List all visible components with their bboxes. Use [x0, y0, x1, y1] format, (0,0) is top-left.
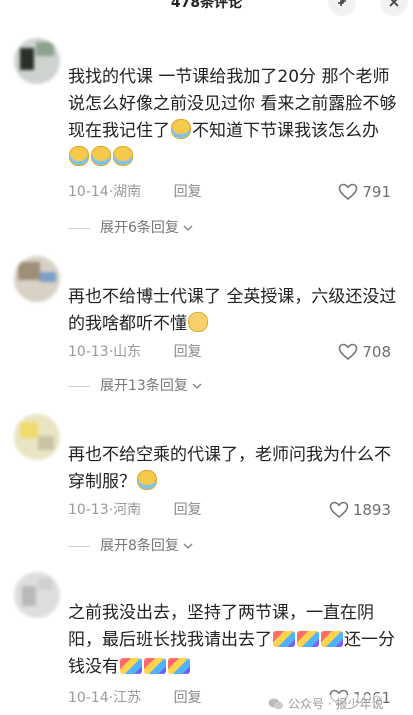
emoji-crying — [113, 146, 133, 166]
expand-replies-button[interactable]: 展开8条回复 — [68, 536, 194, 556]
emoji-flag — [273, 631, 295, 647]
comment-meta: 10-13 · 河南 回复 — [68, 500, 202, 520]
chevron-down-icon — [183, 225, 193, 232]
chevron-down-icon — [183, 543, 193, 550]
emoji-crying — [91, 146, 111, 166]
divider — [68, 227, 90, 229]
divider — [68, 385, 90, 387]
like-button[interactable]: 791 — [338, 182, 391, 202]
comment-region: 江苏 — [113, 690, 142, 706]
divider — [68, 545, 90, 547]
wechat-icon — [268, 698, 283, 709]
comment-text: 再也不给博士代课了 全英授课，六级还没过的我啥都听不懂 — [68, 287, 397, 334]
close-button[interactable] — [380, 0, 408, 16]
watermark: 公众号 · 报少年说 — [268, 695, 384, 712]
reply-button[interactable]: 回复 — [174, 342, 202, 362]
emoji-crying — [171, 119, 191, 139]
emoji-crying — [69, 146, 89, 166]
comment-date: 10-13 — [68, 502, 109, 518]
emoji-flag — [120, 658, 142, 674]
comment-date: 10-14 — [68, 690, 109, 706]
reply-button[interactable]: 回复 — [174, 500, 202, 520]
comment-date: 10-14 — [68, 184, 109, 200]
comment-text: 我找的代课 一节课给我加了20分 那个老师说怎么好像之前没见过你 看来之前露脸不… — [68, 64, 400, 172]
close-icon — [389, 0, 399, 7]
like-button[interactable]: 708 — [338, 342, 391, 362]
comment-region: 河南 — [113, 502, 142, 518]
like-count: 1893 — [352, 501, 391, 519]
expand-replies-button[interactable]: 展开6条回复 — [68, 218, 194, 238]
avatar[interactable] — [14, 256, 60, 302]
emoji-crying — [137, 470, 157, 490]
expand-replies-button[interactable]: 展开13条回复 — [68, 376, 203, 396]
emoji-flag — [321, 631, 343, 647]
comment-region: 湖南 — [113, 184, 142, 200]
comments-header: 478条评论 — [0, 0, 413, 16]
avatar[interactable] — [14, 572, 60, 618]
emoji-flag — [144, 658, 166, 674]
emoji-sad — [188, 312, 208, 332]
avatar[interactable] — [14, 414, 60, 460]
like-count: 708 — [362, 343, 391, 361]
emoji-flag — [168, 658, 190, 674]
collapse-icon — [338, 0, 346, 6]
heart-icon — [339, 183, 358, 201]
like-count: 791 — [362, 183, 391, 201]
reply-button[interactable]: 回复 — [174, 182, 202, 202]
chevron-down-icon — [192, 383, 202, 390]
emoji-flag — [297, 631, 319, 647]
comment-meta: 10-14 · 江苏 回复 — [68, 688, 202, 708]
collapse-button[interactable] — [328, 0, 356, 16]
comment-text: 之前我没出去，坚持了两节课，一直在阴阳，最后班长找我请出去了 还一分钱没有 — [68, 603, 395, 677]
avatar[interactable] — [14, 38, 60, 84]
heart-icon — [329, 501, 349, 519]
comment-meta: 10-13 · 山东 回复 — [68, 342, 202, 362]
heart-icon — [339, 343, 358, 361]
reply-button[interactable]: 回复 — [174, 688, 202, 708]
like-button[interactable]: 1893 — [329, 500, 391, 520]
comment-date: 10-13 — [68, 344, 109, 360]
comment-meta: 10-14 · 湖南 回复 — [68, 182, 202, 202]
comment-text: 再也不给空乘的代课了，老师问我为什么不穿制服？ — [68, 445, 391, 492]
comment-region: 山东 — [113, 344, 142, 360]
